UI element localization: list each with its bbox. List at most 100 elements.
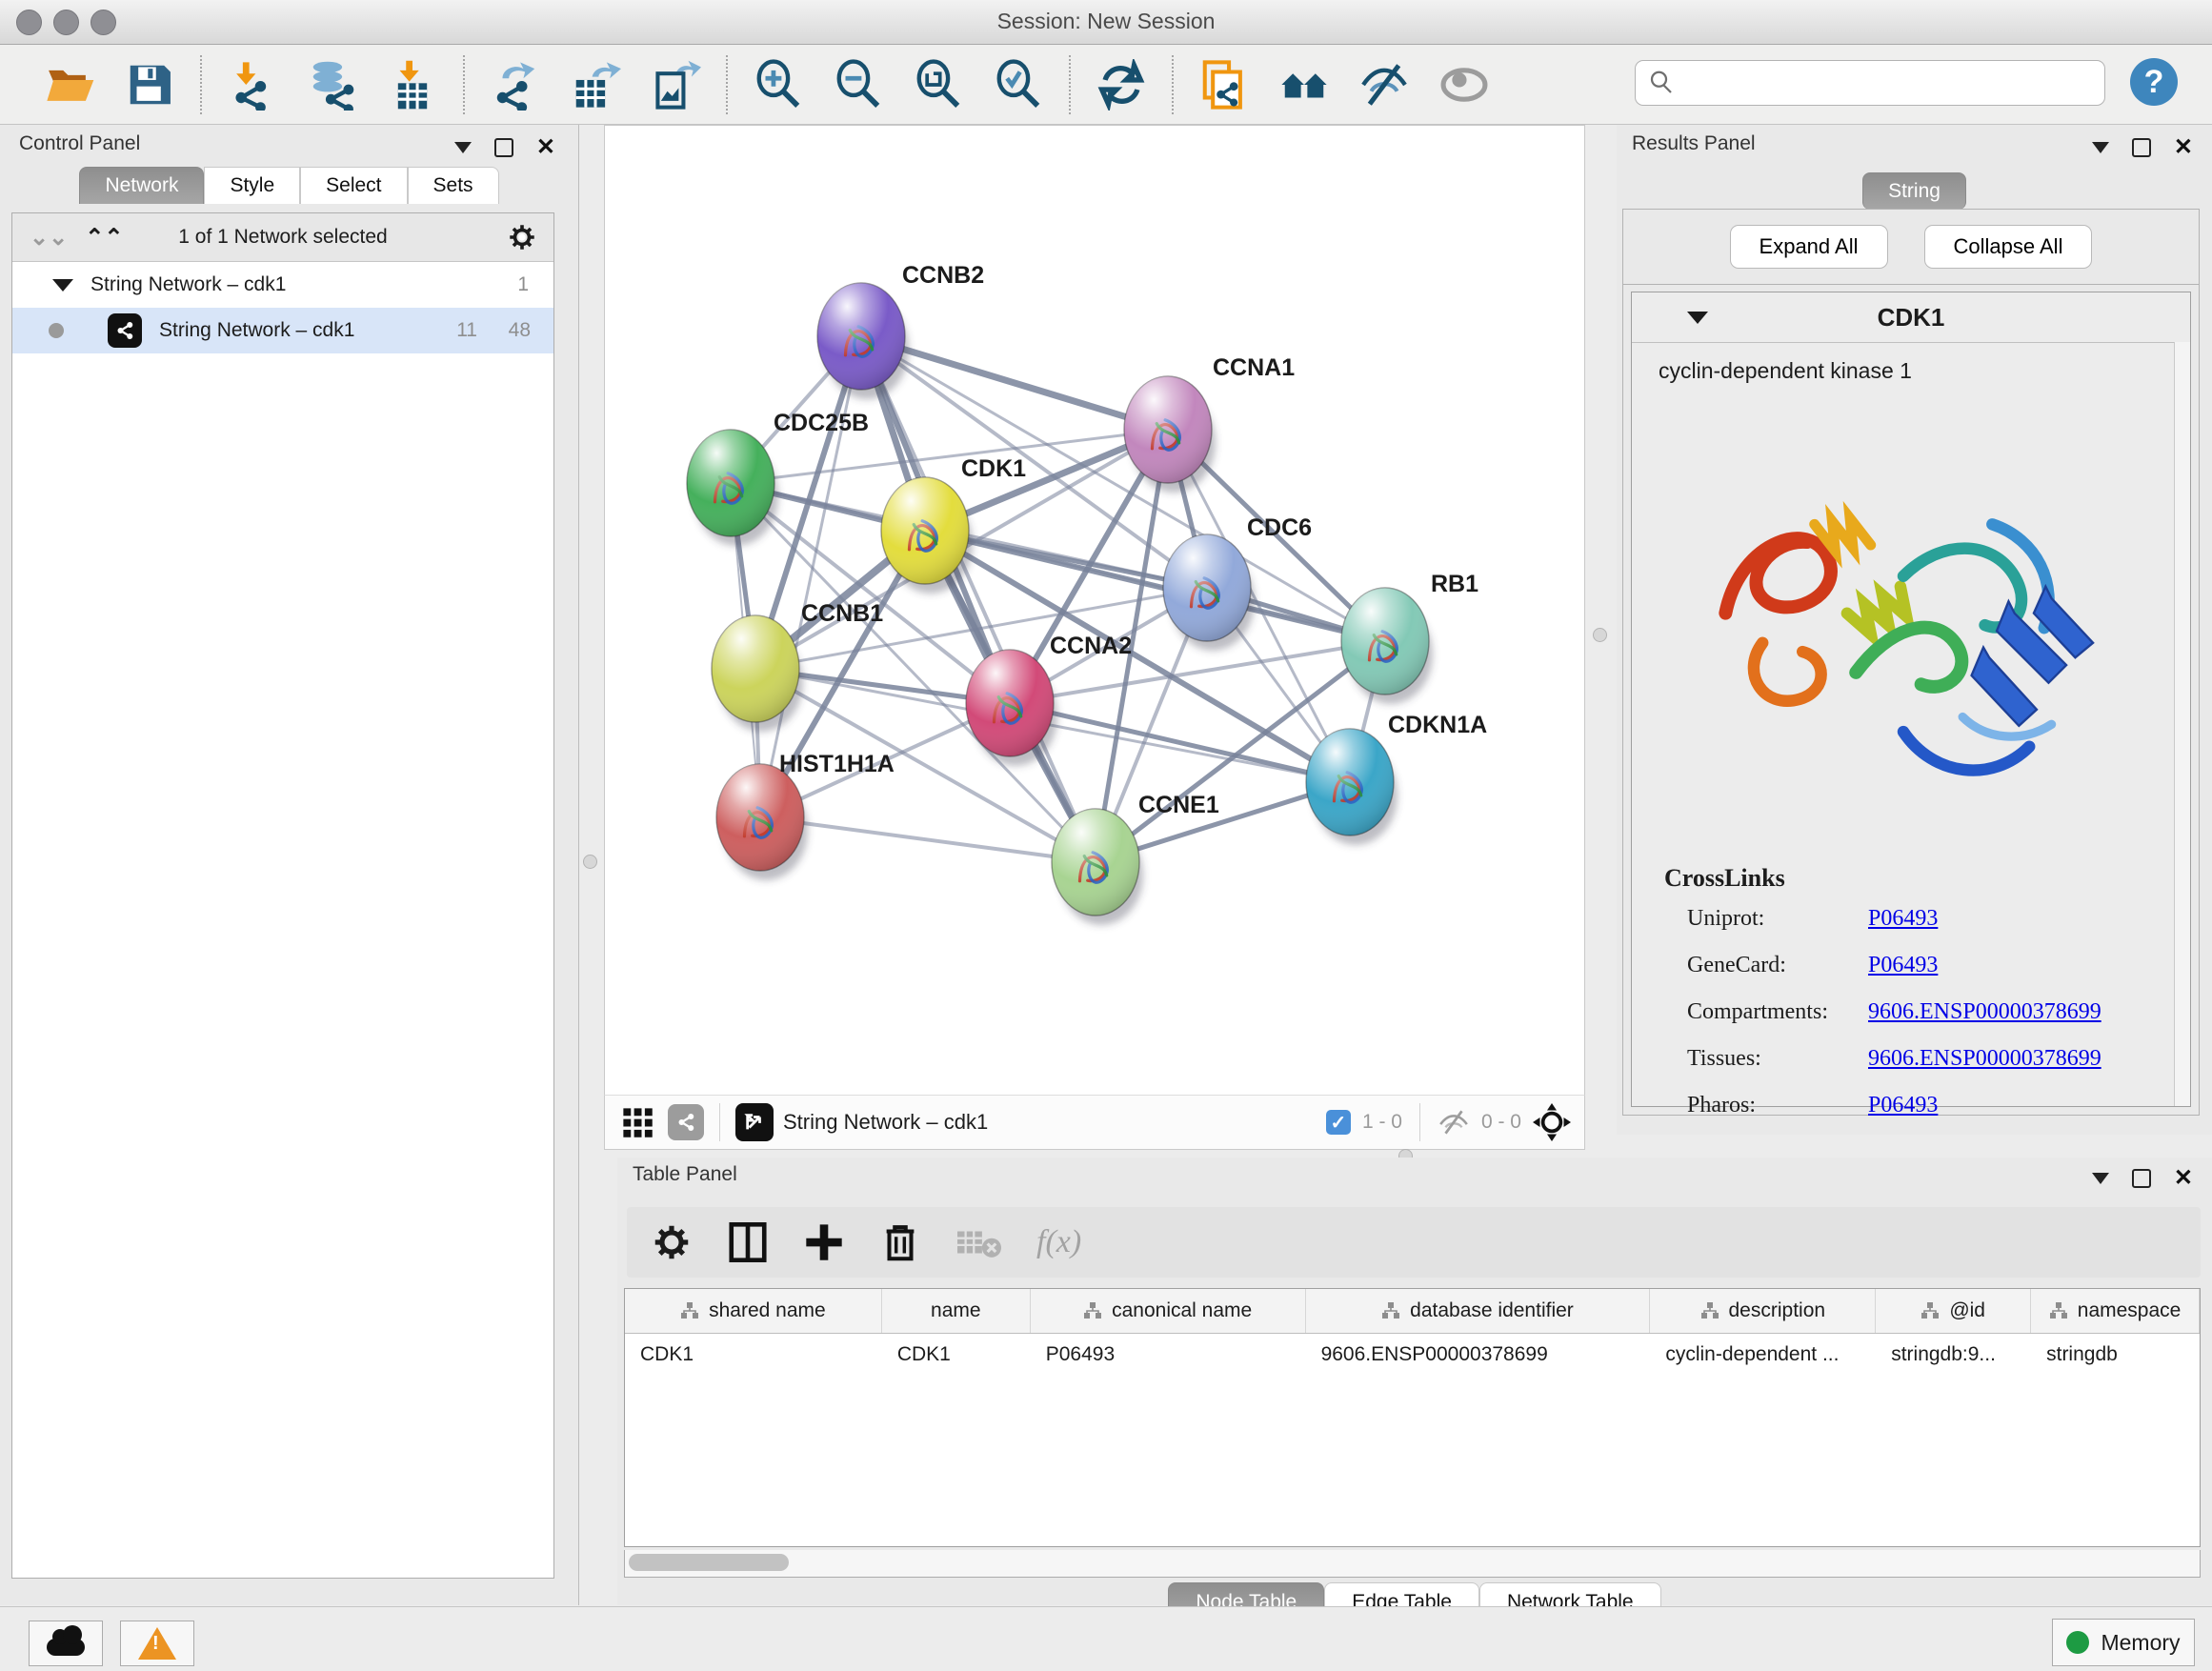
crosslink-link[interactable]: P06493: [1868, 953, 1938, 978]
memory-label: Memory: [2101, 1630, 2180, 1656]
show-all-icon[interactable]: [1437, 57, 1492, 112]
network-node-CCNA2[interactable]: [966, 650, 1057, 766]
network-node-CCNB2[interactable]: [817, 283, 909, 399]
fit-content-icon[interactable]: [1533, 1103, 1571, 1141]
network-edge[interactable]: [760, 336, 861, 817]
column-header-description[interactable]: description: [1650, 1289, 1876, 1333]
help-icon[interactable]: ?: [2130, 58, 2178, 106]
function-builder-icon[interactable]: f(x): [1036, 1224, 1081, 1260]
import-database-icon[interactable]: [305, 57, 360, 112]
table-cell[interactable]: cyclin-dependent ...: [1650, 1334, 1876, 1376]
network-graph[interactable]: CCNB2CCNA1CDC25BCDK1CDC6RB1CCNB1CCNA2CDK…: [605, 126, 1584, 1095]
table-horizontal-scrollbar[interactable]: [624, 1550, 2201, 1578]
scrollbar-thumb[interactable]: [629, 1554, 789, 1571]
node-label-HIST1H1A: HIST1H1A: [779, 751, 895, 777]
show-columns-icon[interactable]: [726, 1220, 770, 1264]
column-header-@id[interactable]: @id: [1876, 1289, 2031, 1333]
column-header-name[interactable]: name: [882, 1289, 1031, 1333]
column-header-namespace[interactable]: namespace: [2031, 1289, 2200, 1333]
zoom-out-icon[interactable]: [831, 57, 886, 112]
crosslink-link[interactable]: P06493: [1868, 906, 1938, 932]
warnings-button[interactable]: [120, 1621, 194, 1666]
table-cell[interactable]: stringdb: [2031, 1334, 2200, 1376]
panel-maximize-icon[interactable]: [2132, 1169, 2151, 1188]
network-label: String Network – cdk1: [159, 319, 354, 342]
network-node-CDKN1A[interactable]: [1306, 729, 1398, 845]
tree-expander-icon[interactable]: [52, 279, 73, 292]
results-scrollbar[interactable]: [2174, 342, 2190, 1106]
network-node-CDC6[interactable]: [1163, 534, 1255, 651]
splitter-handle[interactable]: [1593, 628, 1607, 642]
column-header-shared-name[interactable]: shared name: [625, 1289, 882, 1333]
splitter-handle[interactable]: [583, 855, 597, 869]
panel-maximize-icon[interactable]: [2132, 138, 2151, 157]
selected-checkbox-icon[interactable]: ✓: [1326, 1110, 1351, 1135]
import-table-icon[interactable]: [385, 57, 440, 112]
duplicate-network-icon[interactable]: [1196, 57, 1252, 112]
table-settings-gear-icon[interactable]: [650, 1220, 694, 1264]
collapse-all-button[interactable]: Collapse All: [1924, 225, 2093, 269]
zoom-selected-icon[interactable]: [991, 57, 1046, 112]
export-image-icon[interactable]: [648, 57, 703, 112]
table-row[interactable]: CDK1CDK1P064939606.ENSP00000378699cyclin…: [625, 1334, 2200, 1376]
panel-close-icon[interactable]: ✕: [2174, 140, 2193, 155]
network-node-HIST1H1A[interactable]: [716, 764, 808, 880]
network-node-RB1[interactable]: [1341, 588, 1433, 704]
crosslink-link[interactable]: 9606.ENSP00000378699: [1868, 999, 2101, 1025]
delete-table-icon[interactable]: [955, 1220, 1004, 1264]
first-neighbors-icon[interactable]: [1277, 57, 1332, 112]
search-field[interactable]: [1635, 60, 2105, 106]
network-canvas[interactable]: CCNB2CCNA1CDC25BCDK1CDC6RB1CCNB1CCNA2CDK…: [604, 125, 1585, 1096]
network-collection-row[interactable]: String Network – cdk1 1: [12, 262, 553, 308]
hide-selected-icon[interactable]: [1357, 57, 1412, 112]
panel-float-icon[interactable]: [2092, 142, 2109, 153]
panel-close-icon[interactable]: ✕: [2174, 1171, 2193, 1186]
open-session-icon[interactable]: [42, 57, 97, 112]
network-node-CCNE1[interactable]: [1052, 809, 1143, 925]
delete-column-icon[interactable]: [878, 1220, 922, 1264]
birds-eye-view-icon[interactable]: [735, 1103, 774, 1141]
crosslink-link[interactable]: 9606.ENSP00000378699: [1868, 1046, 2101, 1072]
import-network-icon[interactable]: [225, 57, 280, 112]
tab-network[interactable]: Network: [79, 167, 204, 204]
export-network-icon[interactable]: [488, 57, 543, 112]
network-view-icon[interactable]: [668, 1104, 704, 1140]
tab-style[interactable]: Style: [204, 167, 300, 204]
memory-button[interactable]: Memory: [2052, 1619, 2195, 1666]
table-cell[interactable]: P06493: [1031, 1334, 1306, 1376]
save-session-icon[interactable]: [122, 57, 177, 112]
network-node-CCNB1[interactable]: [712, 615, 803, 732]
network-row[interactable]: String Network – cdk1 11 48: [12, 308, 553, 353]
column-header-canonical-name[interactable]: canonical name: [1031, 1289, 1306, 1333]
string-results-box: Expand All Collapse All CDK1 cyclin-depe…: [1622, 209, 2200, 1116]
network-edge[interactable]: [861, 336, 1096, 862]
expand-all-button[interactable]: Expand All: [1730, 225, 1888, 269]
zoom-in-icon[interactable]: [751, 57, 806, 112]
network-node-CDK1[interactable]: [881, 477, 973, 594]
column-header-database-identifier[interactable]: database identifier: [1306, 1289, 1651, 1333]
panel-close-icon[interactable]: ✕: [536, 140, 555, 155]
tab-string[interactable]: String: [1862, 172, 1966, 210]
panel-maximize-icon[interactable]: [494, 138, 513, 157]
table-cell[interactable]: CDK1: [625, 1334, 882, 1376]
create-column-icon[interactable]: [802, 1220, 846, 1264]
tab-select[interactable]: Select: [300, 167, 407, 204]
zoom-fit-icon[interactable]: [911, 57, 966, 112]
crosslink-label: Compartments:: [1687, 999, 1868, 1025]
crosslink-link[interactable]: P06493: [1868, 1093, 1938, 1118]
cloud-status-button[interactable]: [29, 1621, 103, 1666]
panel-float-icon[interactable]: [454, 142, 472, 153]
search-input[interactable]: [1676, 63, 2104, 103]
table-cell[interactable]: stringdb:9...: [1876, 1334, 2031, 1376]
tab-sets[interactable]: Sets: [408, 167, 499, 204]
panel-float-icon[interactable]: [2092, 1173, 2109, 1184]
grid-view-icon[interactable]: [620, 1105, 654, 1139]
export-table-icon[interactable]: [568, 57, 623, 112]
gene-expander-icon[interactable]: [1687, 312, 1708, 324]
table-cell[interactable]: CDK1: [882, 1334, 1031, 1376]
refresh-icon[interactable]: [1094, 57, 1149, 112]
network-node-CCNA1[interactable]: [1124, 376, 1216, 493]
table-cell[interactable]: 9606.ENSP00000378699: [1306, 1334, 1651, 1376]
gear-icon[interactable]: [506, 221, 538, 253]
network-edge[interactable]: [760, 817, 1096, 862]
